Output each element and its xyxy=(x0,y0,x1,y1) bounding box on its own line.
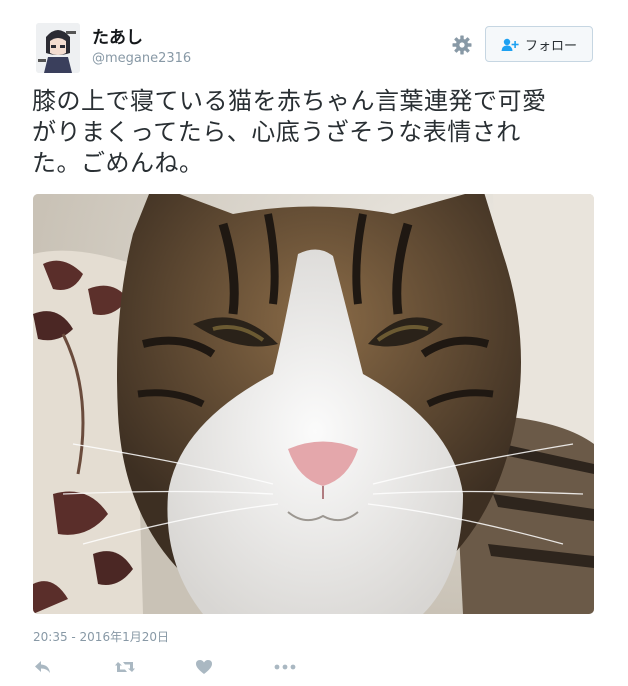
follow-label: フォロー xyxy=(524,38,577,54)
cat-photo xyxy=(33,194,594,614)
more-icon[interactable] xyxy=(273,657,297,677)
tweet-text-line: た。ごめんね。 xyxy=(32,149,204,177)
avatar[interactable] xyxy=(36,23,80,73)
tweet-photo[interactable] xyxy=(33,194,594,614)
user-handle[interactable]: @megane2316 xyxy=(92,50,191,68)
tweet-actions xyxy=(33,657,333,677)
retweet-icon[interactable] xyxy=(114,657,136,677)
tweet-text-line: 膝の上で寝ている猫を赤ちゃん言葉連発で可愛 xyxy=(32,87,547,115)
add-user-icon xyxy=(501,37,519,51)
tweet-header: たあし @megane2316 フォロー xyxy=(0,0,628,80)
author-names: たあし @megane2316 xyxy=(92,28,191,68)
heart-icon[interactable] xyxy=(194,657,214,677)
display-name[interactable]: たあし xyxy=(92,28,191,48)
reply-icon[interactable] xyxy=(33,657,53,677)
avatar-illustration xyxy=(36,23,80,73)
tweet-text-line: がりまくってたら、心底うざそうな表情され xyxy=(32,118,521,146)
follow-button[interactable]: フォロー xyxy=(485,26,593,62)
tweet-timestamp[interactable]: 20:35 - 2016年1月20日 xyxy=(33,628,169,645)
tweet-text: 膝の上で寝ている猫を赤ちゃん言葉連発で可愛 がりまくってたら、心底うざそうな表情… xyxy=(32,86,602,179)
gear-icon[interactable] xyxy=(450,33,474,57)
